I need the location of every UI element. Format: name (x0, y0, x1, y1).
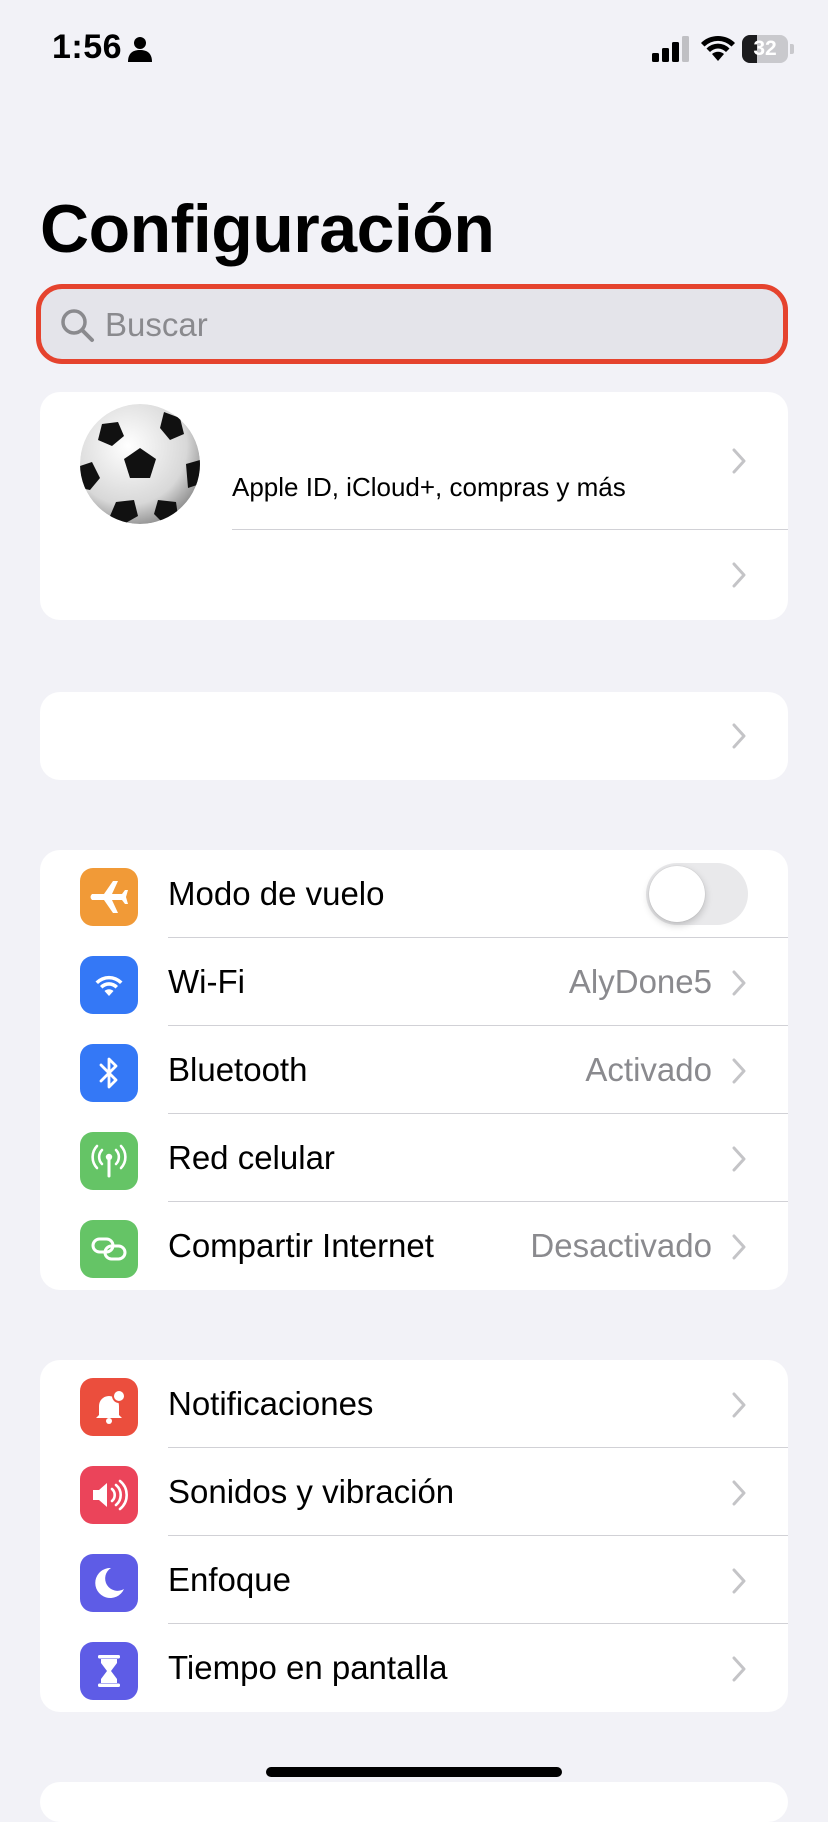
profile-card: Apple ID, iCloud+, compras y más (40, 392, 788, 620)
chevron-right-icon (732, 1568, 746, 1594)
chevron-right-icon (732, 723, 746, 749)
airplane-mode-row[interactable]: Modo de vuelo (40, 850, 788, 938)
screen-time-row[interactable]: Tiempo en pantalla (40, 1624, 788, 1712)
profile-secondary-row[interactable] (40, 530, 788, 620)
notifications-row[interactable]: Notificaciones (40, 1360, 788, 1448)
row-label: Notificaciones (168, 1385, 374, 1422)
chevron-right-icon (732, 562, 746, 588)
search-icon (59, 307, 95, 343)
row-label: Tiempo en pantalla (168, 1649, 448, 1686)
row-label: Compartir Internet (168, 1227, 434, 1264)
page-title: Configuración (40, 191, 495, 267)
row-label: Modo de vuelo (168, 875, 385, 912)
profile-row[interactable]: Apple ID, iCloud+, compras y más (40, 392, 788, 530)
profile-subtitle: Apple ID, iCloud+, compras y más (232, 472, 626, 502)
row-label: Bluetooth (168, 1051, 308, 1088)
wifi-icon (80, 956, 138, 1014)
chevron-right-icon (732, 1392, 746, 1418)
row-label: Sonidos y vibración (168, 1473, 455, 1510)
battery-icon: 32 (742, 35, 794, 63)
bluetooth-icon (80, 1044, 138, 1102)
battery-level: 32 (753, 37, 777, 60)
row-label: Wi-Fi (168, 963, 245, 1000)
connectivity-group: Modo de vuelo Wi-Fi AlyDone5 Bluetooth A… (40, 850, 788, 1290)
sounds-row[interactable]: Sonidos y vibración (40, 1448, 788, 1536)
hotspot-row[interactable]: Compartir Internet Desactivado (40, 1202, 788, 1290)
wifi-icon (700, 34, 736, 62)
cellular-signal-icon (652, 36, 690, 62)
airplane-icon (80, 868, 138, 926)
notification-bell-icon (80, 1378, 138, 1436)
focus-row[interactable]: Enfoque (40, 1536, 788, 1624)
search-input[interactable]: Buscar (36, 284, 788, 364)
notifications-group: Notificaciones Sonidos y vibración Enfoq… (40, 1360, 788, 1712)
status-time: 1:56 (52, 28, 123, 66)
hotspot-status-value: Desactivado (530, 1227, 712, 1264)
cellular-row[interactable]: Red celular (40, 1114, 788, 1202)
status-bar: 1:56 32 (0, 0, 828, 100)
soccer-ball-avatar (80, 404, 200, 524)
chevron-right-icon (732, 1234, 746, 1260)
chevron-right-icon (732, 1146, 746, 1172)
wifi-row[interactable]: Wi-Fi AlyDone5 (40, 938, 788, 1026)
bluetooth-status-value: Activado (585, 1051, 712, 1088)
chevron-right-icon (732, 1480, 746, 1506)
moon-icon (80, 1554, 138, 1612)
chevron-right-icon (732, 970, 746, 996)
bluetooth-row[interactable]: Bluetooth Activado (40, 1026, 788, 1114)
row-label: Red celular (168, 1139, 335, 1176)
person-icon (128, 36, 152, 62)
row-label: Enfoque (168, 1561, 291, 1598)
chevron-right-icon (732, 1058, 746, 1084)
antenna-icon (80, 1132, 138, 1190)
speaker-icon (80, 1466, 138, 1524)
airplane-mode-toggle[interactable] (646, 863, 748, 925)
chevron-right-icon (732, 1656, 746, 1682)
blank-card[interactable] (40, 692, 788, 780)
search-placeholder: Buscar (105, 306, 208, 343)
wifi-network-value: AlyDone5 (568, 963, 712, 1000)
hotspot-icon (80, 1220, 138, 1278)
home-indicator (266, 1767, 562, 1777)
chevron-right-icon (732, 448, 746, 474)
next-group-card (40, 1782, 788, 1822)
hourglass-icon (80, 1642, 138, 1700)
